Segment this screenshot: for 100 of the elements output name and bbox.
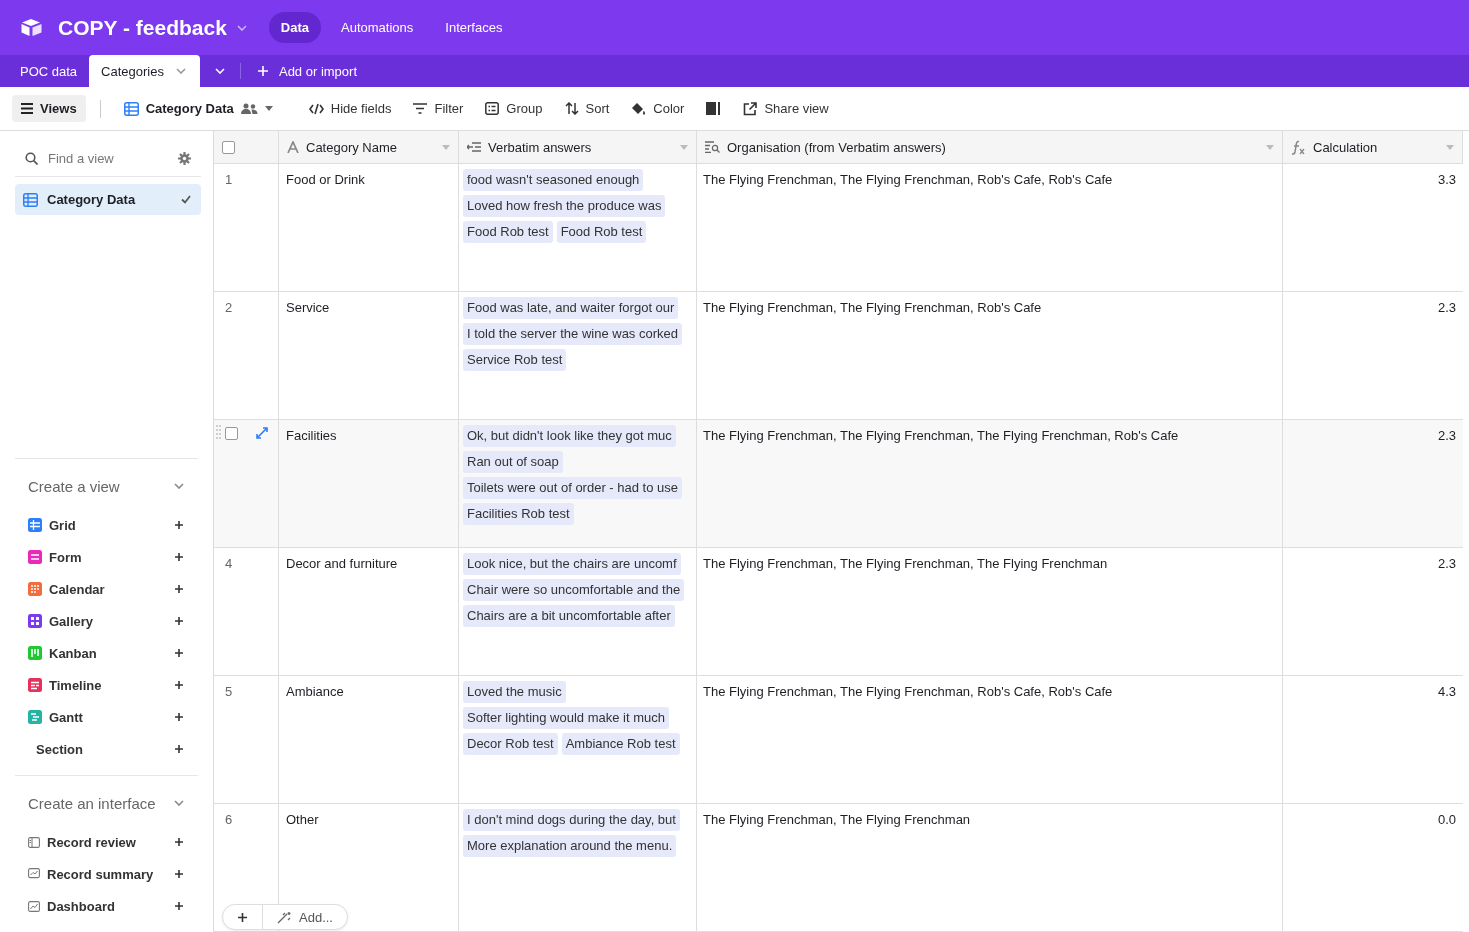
logo-icon [20, 17, 44, 38]
linked-record-chip[interactable]: Chairs are a bit uncomfortable after [463, 605, 675, 627]
hide-button[interactable]: Hide fields [299, 95, 401, 122]
section-header[interactable]: Create an interface [15, 784, 198, 822]
create-item[interactable]: Dashboard [15, 890, 198, 922]
tab-chevron-icon [175, 68, 186, 74]
table-cell: The Flying Frenchman, The Flying Frenchman [703, 812, 971, 827]
column-header[interactable]: Category Name [279, 131, 459, 163]
group-icon [485, 102, 500, 115]
column-header[interactable]: Calculation [1283, 131, 1463, 163]
settings-icon [178, 151, 191, 165]
chevron-icon [214, 68, 225, 74]
table-row[interactable] [214, 420, 1463, 548]
table-cell: The Flying Frenchman, The Flying Frenchman, Rob's Cafe [703, 300, 1042, 315]
linked-record-chip[interactable]: I told the server the wine was corked [463, 323, 682, 345]
view-switcher[interactable]: Category Data [114, 95, 282, 122]
linked-record-chip[interactable]: Facilities Rob test [463, 503, 574, 525]
linked-record-chip[interactable]: Food Rob test [556, 221, 647, 243]
caret-icon [442, 144, 450, 150]
menu-icon [21, 103, 33, 114]
table-cell: 2.3 [1437, 428, 1456, 443]
plus-icon [174, 616, 184, 626]
linked-record-chip[interactable]: Chair were so uncomfortable and the [463, 579, 685, 601]
table-row[interactable]: 2 Service Food was late, and waiter forgot our I told the server the wine was corked Service Rob test The Flying Frenchman, The Flying Frenchman, Rob's Cafe 2.3 [214, 292, 1463, 420]
nav-tab[interactable]: Automations [329, 12, 426, 43]
dashboard-icon [28, 900, 40, 912]
row-number: 4 [225, 555, 233, 571]
filter-button[interactable]: Filter [404, 95, 473, 122]
plus-icon [256, 65, 269, 77]
formula-icon [1291, 139, 1306, 155]
grid-icon [123, 101, 139, 116]
view-item[interactable]: Category Data [15, 184, 201, 215]
filter-icon [413, 103, 428, 114]
plus-icon [174, 837, 184, 847]
group-button[interactable]: Group [476, 95, 552, 122]
color-button[interactable]: Color [622, 95, 694, 122]
share-button[interactable]: Share view [734, 95, 838, 122]
table-cell: Other [286, 812, 319, 827]
caret-icon [1266, 144, 1274, 150]
sort-icon [564, 102, 579, 115]
linked-record-chip[interactable]: Toilets were out of order - had to use [463, 477, 682, 499]
text-field-icon [287, 141, 299, 153]
column-header[interactable]: Verbatim answers [459, 131, 697, 163]
linked-record-chip[interactable]: Food was late, and waiter forgot our [463, 297, 679, 319]
linked-record-chip[interactable]: I don't mind dogs during the day, but [463, 809, 680, 831]
plus-icon [237, 911, 248, 923]
plus-icon [174, 869, 184, 879]
linked-record-chip[interactable]: Ambiance Rob test [561, 733, 680, 755]
create-item[interactable]: Calendar [15, 573, 198, 605]
table-cell: The Flying Frenchman, The Flying Frenchman, Rob's Cafe, Rob's Cafe [703, 172, 1113, 187]
plus-icon [174, 680, 184, 690]
linked-record-chip[interactable]: Look nice, but the chairs are uncomf [463, 553, 681, 575]
table-cell: Facilities [286, 428, 337, 443]
section-header[interactable]: Create a view [15, 467, 198, 505]
table-row[interactable]: 5 Ambiance Loved the music Softer lighting would make it much Decor Rob test Ambiance Rob test The Flying Frenchman, The Flying Frenchman, Rob's Cafe, Rob's Cafe 4.3 [214, 676, 1463, 804]
view-search-field[interactable]: Find a view [46, 149, 170, 167]
views-button[interactable]: Views [12, 95, 86, 122]
linked-record-chip[interactable]: More explanation around the menu. [463, 835, 677, 857]
table-cell: 3.3 [1437, 172, 1456, 187]
table-cell: 2.3 [1437, 556, 1456, 571]
linked-record-chip[interactable]: Ran out of soap [463, 451, 563, 473]
table-cell: The Flying Frenchman, The Flying Frenchman, Rob's Cafe, Rob's Cafe [703, 684, 1113, 699]
create-item[interactable]: Record summary [15, 858, 198, 890]
nav-tab[interactable]: Data [268, 12, 322, 43]
linked-record-chip[interactable]: Loved how fresh the produce was [463, 195, 666, 217]
linked-record-chip[interactable]: Ok, but didn't look like they got muc [463, 425, 676, 447]
create-item[interactable]: Form [15, 541, 198, 573]
linked-record-chip[interactable]: Decor Rob test [463, 733, 558, 755]
caret-icon [680, 144, 688, 150]
row-checkbox[interactable] [222, 140, 235, 154]
linked-record-chip[interactable]: Loved the music [463, 681, 566, 703]
create-item[interactable]: Gantt [15, 701, 198, 733]
row-checkbox[interactable] [225, 427, 238, 440]
linked-record-chip[interactable]: Softer lighting would make it much [463, 707, 669, 729]
create-item[interactable]: Grid [15, 509, 198, 541]
caret-icon [1446, 144, 1454, 150]
create-item[interactable]: Section [15, 733, 198, 765]
calendar-view-icon [28, 582, 42, 596]
table-cell: 0.0 [1437, 812, 1456, 827]
linked-record-chip[interactable]: Food Rob test [463, 221, 553, 243]
nav-tab[interactable]: Interfaces [433, 12, 515, 43]
column-header[interactable]: Organisation (from Verbatim answers) [697, 131, 1283, 163]
table-row[interactable]: 1 Food or Drink food wasn't seasoned enough Loved how fresh the produce was Food Rob test Food Rob test The Flying Frenchman, The Flying Frenchman, Rob's Cafe, Rob's Cafe 3.3 [214, 164, 1463, 292]
create-item[interactable]: Record review [15, 826, 198, 858]
kanban-view-icon [28, 646, 42, 660]
table-cell: Decor and furniture [286, 556, 398, 571]
linked-record-chip[interactable]: food wasn't seasoned enough [463, 169, 644, 191]
create-item[interactable]: Gallery [15, 605, 198, 637]
sort-button[interactable]: Sort [555, 95, 619, 122]
table-tab[interactable]: POC data [8, 55, 90, 87]
linked-record-chip[interactable]: Service Rob test [463, 349, 567, 371]
plus-icon [174, 901, 184, 911]
table-tab[interactable]: Categories [89, 55, 200, 87]
row-number: 6 [225, 811, 233, 827]
create-item[interactable]: Timeline [15, 669, 198, 701]
create-item[interactable]: Kanban [15, 637, 198, 669]
add-import-button[interactable]: Add or import [240, 55, 373, 87]
table-row[interactable]: 4 Decor and furniture Look nice, but the chairs are uncomf Chair were so uncomfortable and the Chairs are a bit uncomfortable after The Flying Frenchman, The Flying Frenchman, The Flying Frenchman 2.3 [214, 548, 1463, 676]
form-view-icon [28, 550, 42, 564]
chevron-icon [174, 800, 184, 806]
